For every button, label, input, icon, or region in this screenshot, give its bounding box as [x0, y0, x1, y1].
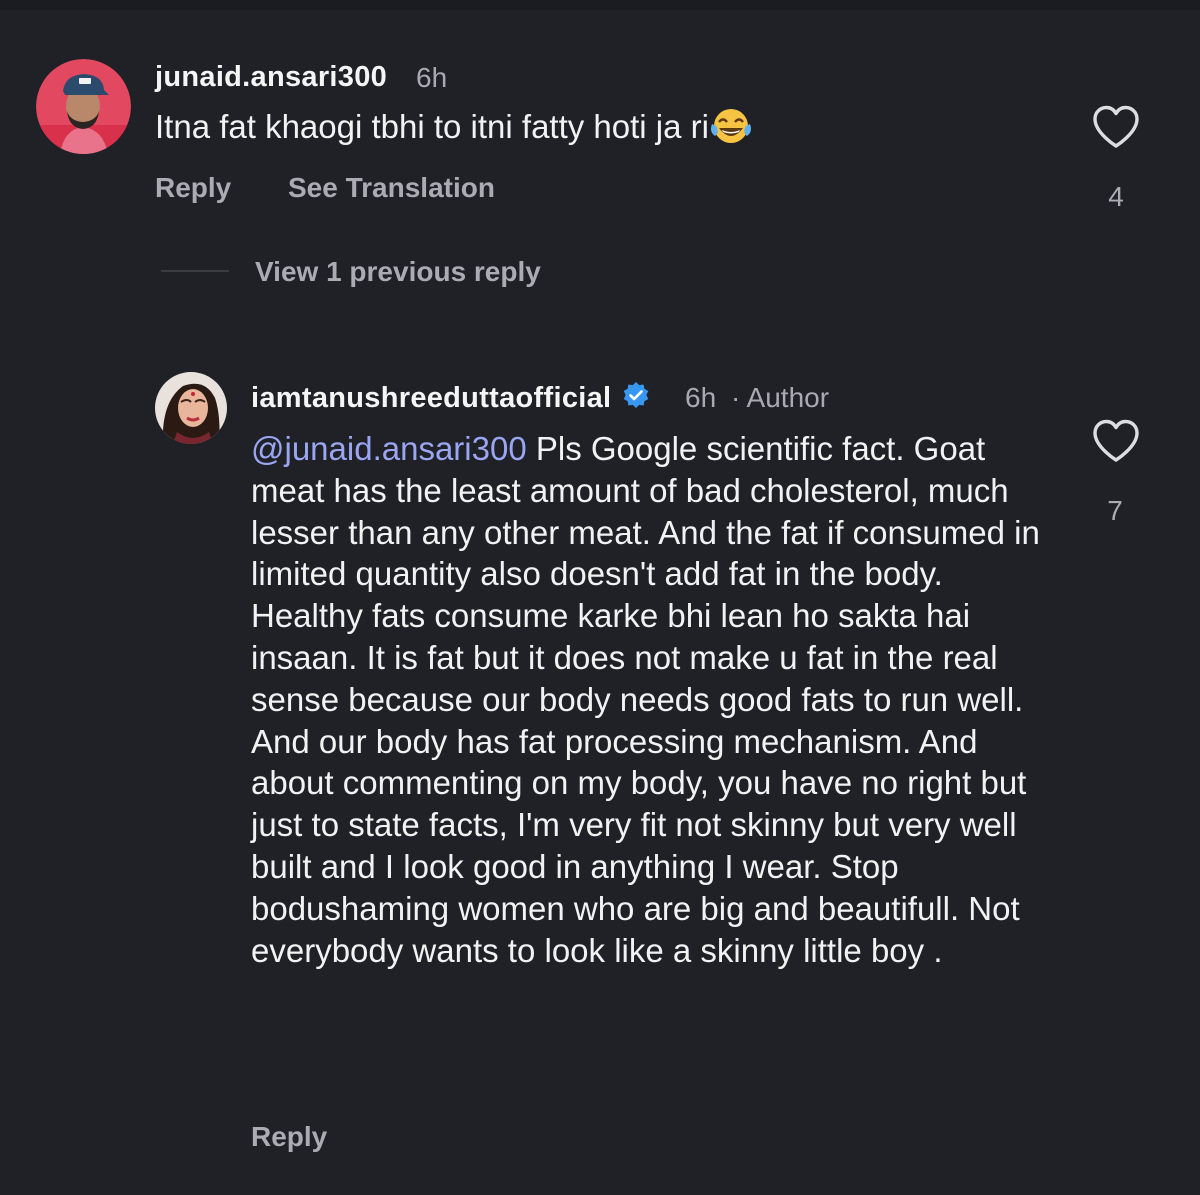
avatar[interactable] — [155, 372, 227, 444]
reply-button[interactable]: Reply — [251, 1121, 327, 1153]
laughing-tears-emoji-icon — [709, 106, 753, 156]
reply-button[interactable]: Reply — [155, 172, 231, 204]
see-translation-button[interactable]: See Translation — [288, 172, 495, 204]
comment-text: Itna fat khaogi tbhi to itni fatty hoti … — [155, 106, 1035, 156]
reply-text: @junaid.ansari300 Pls Google scientific … — [251, 428, 1041, 971]
username-text: iamtanushreeduttaofficial — [251, 382, 612, 414]
like-count: 4 — [1108, 181, 1124, 212]
heart-icon[interactable] — [1091, 418, 1141, 464]
verified-badge-icon — [621, 381, 651, 419]
author-label: · Author — [731, 382, 830, 413]
replies-divider-line — [161, 270, 229, 272]
mention-link[interactable]: @junaid.ansari300 — [251, 430, 527, 467]
avatar[interactable] — [36, 59, 131, 154]
heart-icon[interactable] — [1091, 104, 1141, 150]
reply-username[interactable]: iamtanushreeduttaofficial — [251, 381, 651, 419]
like-count: 7 — [1107, 495, 1123, 526]
comments-panel: junaid.ansari300 6h Itna fat khaogi tbhi… — [0, 0, 1200, 1195]
top-divider — [0, 0, 1200, 10]
comment-body: Itna fat khaogi tbhi to itni fatty hoti … — [155, 108, 709, 145]
comment-time: 6h — [416, 62, 448, 93]
reply-time: 6h — [685, 382, 717, 413]
comment-username[interactable]: junaid.ansari300 — [155, 61, 387, 94]
view-previous-replies-button[interactable]: View 1 previous reply — [255, 256, 541, 288]
reply-body: Pls Google scientific fact. Goat meat ha… — [251, 430, 1040, 969]
